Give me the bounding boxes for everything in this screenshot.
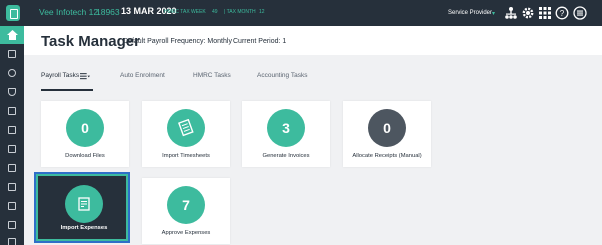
task-card-download-files[interactable]: 0 Download Files: [41, 101, 129, 167]
chevron-down-icon[interactable]: ▾: [492, 10, 495, 17]
help-icon[interactable]: ?: [555, 6, 569, 20]
tab-accounting-tasks[interactable]: Accounting Tasks: [257, 72, 307, 79]
document-icon[interactable]: [0, 121, 24, 139]
payroll-icon[interactable]: [0, 45, 24, 63]
apps-grid-icon[interactable]: [538, 6, 552, 20]
count-badge: 7: [167, 186, 205, 224]
active-tab-indicator: [41, 89, 93, 91]
hamburger-menu-icon[interactable]: [573, 6, 587, 20]
card-label: Allocate Receipts (Manual): [352, 153, 422, 159]
card-label: Download Files: [65, 153, 105, 159]
task-card-import-timesheets[interactable]: Import Timesheets: [142, 101, 230, 167]
current-period: Current Period: 1: [233, 38, 287, 45]
tab-auto-enrolment[interactable]: Auto Enrolment: [120, 72, 165, 79]
tab-hmrc-tasks[interactable]: HMRC Tasks: [193, 72, 231, 79]
users-icon[interactable]: [0, 64, 24, 82]
tax-week-value: 49: [212, 9, 218, 15]
shield-icon[interactable]: [0, 83, 24, 101]
timesheet-icon: [167, 109, 205, 147]
list-icon[interactable]: [0, 197, 24, 215]
company-name[interactable]: Vee Infotech 12: [39, 7, 98, 17]
expenses-icon: [65, 185, 103, 223]
company-id: 18963: [96, 7, 120, 17]
tax-week-label: HMRC TAX WEEK: [164, 9, 206, 15]
count-badge: 3: [267, 109, 305, 147]
top-bar: Vee Infotech 12 18963 13 MAR 2020 HMRC T…: [0, 0, 602, 26]
card-label: Import Timesheets: [162, 153, 210, 159]
task-card-generate-invoices[interactable]: 3 Generate Invoices: [242, 101, 330, 167]
svg-text:?: ?: [560, 9, 565, 18]
sidebar: [0, 26, 24, 245]
calculator-icon[interactable]: [0, 178, 24, 196]
task-card-import-expenses[interactable]: Import Expenses: [36, 174, 128, 241]
tab-payroll-tasks[interactable]: Payroll Tasks: [41, 72, 79, 79]
tax-month-label: | TAX MONTH: [224, 9, 256, 15]
gear-icon[interactable]: [521, 6, 535, 20]
tab-menu-icon[interactable]: [80, 73, 90, 80]
card-label: Approve Expenses: [161, 230, 211, 236]
count-badge: 0: [368, 109, 406, 147]
document-icon[interactable]: [0, 102, 24, 120]
home-icon[interactable]: [0, 26, 24, 44]
card-label: Import Expenses: [60, 225, 108, 231]
logo-icon[interactable]: [6, 5, 20, 21]
clipboard-icon[interactable]: [0, 159, 24, 177]
org-chart-icon[interactable]: [504, 6, 518, 20]
service-provider-dropdown[interactable]: Service Provider: [448, 10, 492, 16]
task-card-allocate-receipts[interactable]: 0 Allocate Receipts (Manual): [343, 101, 431, 167]
count-badge: 0: [66, 109, 104, 147]
tax-month-value: 12: [259, 9, 265, 15]
file-icon[interactable]: [0, 233, 24, 245]
task-card-approve-expenses[interactable]: 7 Approve Expenses: [142, 178, 230, 244]
card-label: Generate Invoices: [262, 153, 310, 159]
edit-icon[interactable]: [0, 140, 24, 158]
payroll-frequency: Default Payroll Frequency: Monthly: [123, 38, 232, 45]
building-icon[interactable]: [0, 216, 24, 234]
